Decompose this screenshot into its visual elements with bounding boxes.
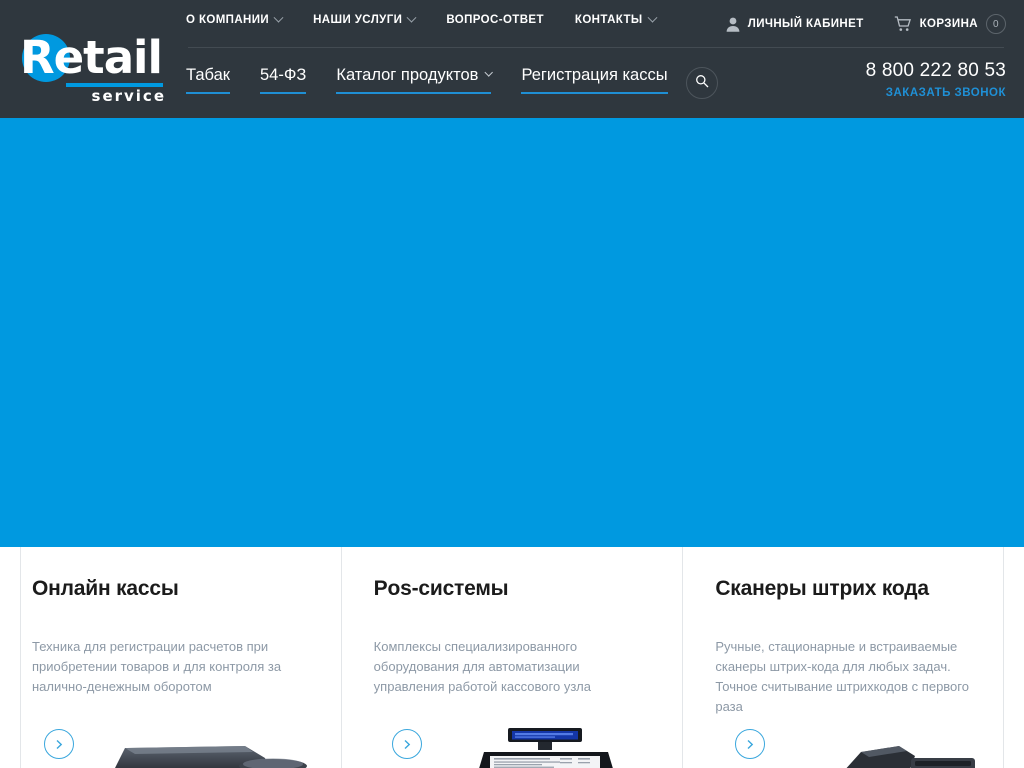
pos-system-image (478, 728, 613, 768)
logo-subtitle: service (91, 87, 166, 105)
hero-banner (0, 118, 1024, 547)
order-callback-link[interactable]: ЗАКАЗАТЬ ЗВОНОК (866, 87, 1006, 99)
site-logo[interactable]: Retail service (18, 30, 168, 106)
logo-letter-r: R (20, 31, 55, 84)
card-title: Сканеры штрих кода (715, 577, 929, 600)
mainnav-label-54fz: 54-ФЗ (259, 66, 307, 84)
card-description: Комплексы специализированного оборудован… (373, 639, 591, 694)
topnav-label-about: О КОМПАНИИ (186, 14, 270, 26)
chevron-right-icon (404, 739, 410, 749)
category-card-pos-systems[interactable]: Pos-системы Комплексы специализированног… (340, 547, 683, 768)
mainnav-label-catalog: Каталог продуктов (336, 66, 479, 84)
main-navigation: Табак 54-ФЗ Каталог продуктов Регистраци… (186, 66, 668, 94)
mainnav-item-54fz[interactable]: 54-ФЗ (259, 66, 307, 94)
topnav-item-contacts[interactable]: КОНТАКТЫ (574, 12, 658, 26)
cash-register-image (115, 746, 307, 768)
barcode-scanner-image (846, 746, 976, 768)
topnav-label-services: НАШИ УСЛУГИ (313, 14, 403, 26)
chevron-right-icon (747, 739, 754, 749)
card-title: Онлайн кассы (32, 577, 179, 600)
mainnav-item-tobacco[interactable]: Табак (186, 66, 230, 94)
top-navigation: О КОМПАНИИ НАШИ УСЛУГИ ВОПРОС-ОТВЕТ КОНТ… (186, 12, 658, 26)
card-description: Техника для регистрации расчетов при при… (32, 639, 282, 694)
category-cards-section: Онлайн кассы Техника для регистрации рас… (0, 547, 1024, 768)
card-description: Ручные, стационарные и встраиваемые скан… (715, 639, 969, 714)
account-area: ЛИЧНЫЙ КАБИНЕТ КОРЗИНА 0 (726, 14, 1006, 34)
chevron-down-icon (484, 67, 494, 77)
category-card-online-kassy[interactable]: Онлайн кассы Техника для регистрации рас… (0, 547, 341, 768)
search-icon (695, 74, 709, 93)
topnav-label-contacts: КОНТАКТЫ (574, 14, 643, 26)
card-title: Pos-системы (373, 577, 509, 600)
mainnav-item-catalog[interactable]: Каталог продуктов (336, 66, 494, 94)
logo-wordmark: Retail (20, 31, 163, 84)
person-icon (726, 17, 740, 32)
contact-block: 8 800 222 80 53 ЗАКАЗАТЬ ЗВОНОК (866, 60, 1006, 99)
header-divider (188, 47, 1004, 48)
mainnav-label-registration: Регистрация кассы (521, 66, 668, 84)
chevron-right-icon (56, 739, 63, 749)
card-arrow-button[interactable] (391, 729, 422, 759)
cart-link[interactable]: КОРЗИНА 0 (894, 14, 1006, 34)
phone-number[interactable]: 8 800 222 80 53 (866, 60, 1006, 82)
chevron-down-icon (647, 12, 658, 23)
site-header: Retail service О КОМПАНИИ НАШИ УСЛУГИ ВО… (0, 0, 1024, 118)
mainnav-label-tobacco: Табак (186, 66, 230, 84)
category-card-barcode-scanners[interactable]: Сканеры штрих кода Ручные, стационарные … (682, 547, 1024, 768)
cart-label: КОРЗИНА (919, 18, 978, 30)
cart-count-badge: 0 (986, 14, 1006, 34)
topnav-item-services[interactable]: НАШИ УСЛУГИ (313, 12, 417, 26)
chevron-down-icon (273, 12, 284, 23)
card-arrow-button[interactable] (44, 729, 74, 759)
logo-word-rest: etail (53, 31, 163, 84)
cart-icon (894, 16, 912, 32)
search-button[interactable] (686, 67, 718, 99)
chevron-down-icon (406, 12, 417, 23)
topnav-item-faq[interactable]: ВОПРОС-ОТВЕТ (446, 14, 544, 26)
personal-cabinet-label: ЛИЧНЫЙ КАБИНЕТ (747, 18, 864, 30)
topnav-item-about[interactable]: О КОМПАНИИ (186, 12, 284, 26)
mainnav-item-registration[interactable]: Регистрация кассы (521, 66, 668, 94)
card-arrow-button[interactable] (735, 729, 766, 759)
topnav-label-faq: ВОПРОС-ОТВЕТ (446, 14, 544, 26)
personal-cabinet-link[interactable]: ЛИЧНЫЙ КАБИНЕТ (726, 17, 864, 32)
